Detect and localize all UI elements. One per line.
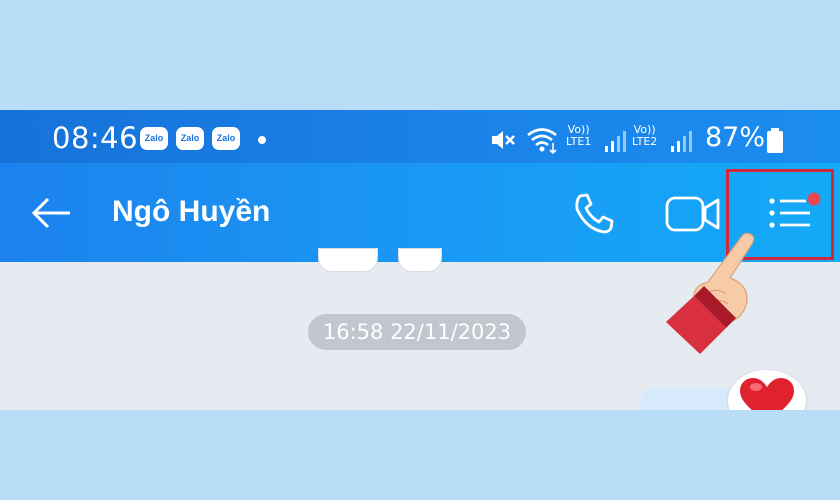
reaction-button[interactable]	[728, 370, 806, 410]
zalo-notification-icon: Zalo	[212, 127, 240, 150]
notification-dot-icon	[807, 192, 821, 206]
sim2-network-label: Vo)) LTE2	[632, 123, 658, 148]
phone-icon	[575, 193, 614, 234]
sim1-network-label: Vo)) LTE1	[566, 123, 592, 148]
battery-percentage: 87%	[705, 122, 766, 153]
mute-icon	[492, 131, 515, 149]
message-bubble-fragment	[318, 248, 378, 272]
status-time: 08:46	[52, 121, 139, 155]
arrow-left-icon	[31, 197, 70, 229]
status-bar: 08:46 Zalo Zalo Zalo Vo)) LTE1 Vo)) LTE2…	[0, 110, 840, 163]
more-notifications-dot-icon	[258, 136, 266, 144]
heart-icon	[740, 378, 794, 410]
message-timestamp: 16:58 22/11/2023	[308, 314, 526, 350]
list-menu-icon	[769, 198, 810, 228]
signal-strength-icon	[671, 131, 692, 152]
options-menu-button[interactable]	[764, 191, 824, 235]
battery-icon	[767, 128, 783, 153]
voice-call-button[interactable]	[570, 191, 618, 235]
pointing-hand-icon	[666, 232, 755, 354]
wifi-icon	[527, 128, 557, 154]
back-button[interactable]	[30, 195, 74, 231]
zalo-notification-icon: Zalo	[140, 127, 168, 150]
zalo-notification-icon: Zalo	[176, 127, 204, 150]
signal-strength-icon	[605, 131, 626, 152]
contact-name[interactable]: Ngô Huyền	[112, 195, 270, 229]
message-bubble-fragment	[398, 248, 442, 272]
